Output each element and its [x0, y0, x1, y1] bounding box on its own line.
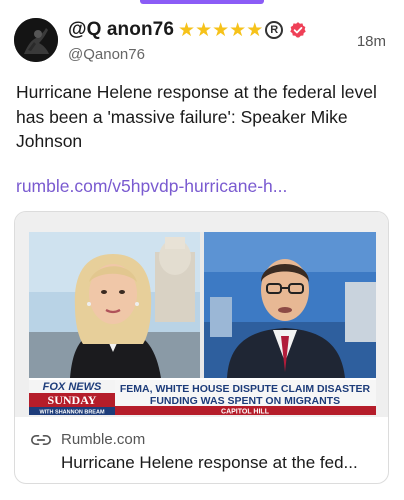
card-domain: Rumble.com — [61, 431, 146, 448]
avatar-image — [14, 18, 58, 62]
star-icon: ★ — [229, 19, 247, 41]
network-logo: FOX NEWS — [43, 381, 102, 393]
chyron-line-2: FUNDING WAS SPENT ON MIGRANTS — [150, 395, 340, 407]
card-title[interactable]: Hurricane Helene response at the fed... — [61, 453, 358, 473]
post-timestamp: 18m — [356, 33, 386, 50]
star-icon: ★ — [246, 19, 264, 41]
verified-badge-icon — [290, 22, 306, 38]
chyron-line-1: FEMA, WHITE HOUSE DISPUTE CLAIM DISASTER — [120, 383, 371, 395]
avatar[interactable] — [14, 18, 58, 62]
registered-mark-icon: R — [265, 21, 284, 39]
active-tab-indicator — [140, 0, 264, 4]
show-name: SUNDAY — [48, 393, 97, 407]
post-link[interactable]: rumble.com/v5hpvdp-hurricane-h... — [16, 176, 287, 197]
display-name[interactable]: @Q anon76 — [68, 19, 174, 41]
link-preview-card[interactable]: FOX NEWS SUNDAY WITH SHANNON BREAM FEMA,… — [14, 211, 389, 484]
video-thumbnail[interactable]: FOX NEWS SUNDAY WITH SHANNON BREAM FEMA,… — [15, 212, 388, 417]
star-icon: ★ — [212, 19, 230, 41]
card-footer: Rumble.com Hurricane Helene response at … — [15, 417, 388, 483]
thumbnail-image: FOX NEWS SUNDAY WITH SHANNON BREAM FEMA,… — [15, 212, 388, 417]
post-text: Hurricane Helene response at the federal… — [16, 82, 377, 151]
user-handle[interactable]: @Qanon76 — [68, 46, 318, 63]
link-icon — [31, 435, 51, 445]
anchor-name: WITH SHANNON BREAM — [39, 410, 104, 416]
chyron-location: CAPITOL HILL — [221, 409, 270, 416]
star-icon: ★ — [178, 19, 196, 41]
star-badges: ★ ★ ★ ★ ★ — [178, 21, 263, 40]
star-icon: ★ — [195, 19, 213, 41]
post-header: @Q anon76 ★ ★ ★ ★ ★ R @Qanon76 18m — [14, 18, 390, 68]
